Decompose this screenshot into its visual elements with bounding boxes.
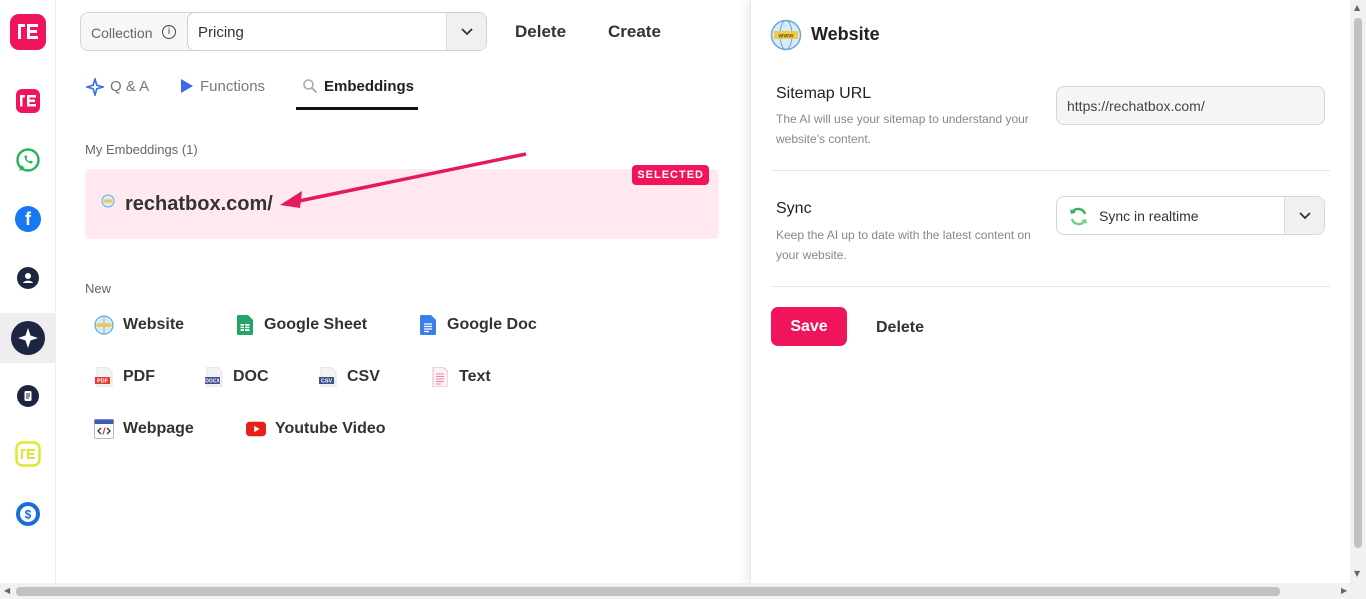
delete-embedding-button[interactable]: Delete <box>876 319 924 337</box>
selected-badge: SELECTED <box>632 165 709 185</box>
document-icon <box>17 385 39 407</box>
chevron-down-icon[interactable] <box>1284 197 1324 234</box>
sidebar-item-documents[interactable] <box>8 376 48 416</box>
horizontal-scroll-thumb[interactable] <box>16 587 1280 596</box>
new-text-label: Text <box>459 368 491 385</box>
new-doc-label: DOC <box>233 368 269 385</box>
csv-file-icon: CSV <box>318 367 338 387</box>
divider <box>771 286 1330 287</box>
collection-picker: Collection i Pricing <box>80 12 487 51</box>
svg-text:www: www <box>777 33 794 40</box>
play-icon <box>181 79 193 93</box>
text-file-icon <box>430 367 450 387</box>
app-logo[interactable] <box>8 12 48 52</box>
new-doc-button[interactable]: DOCX DOC <box>204 367 269 387</box>
new-website-button[interactable]: Website <box>94 315 184 335</box>
chevron-down-icon[interactable] <box>446 13 486 50</box>
facebook-icon: f <box>15 206 41 232</box>
collection-select[interactable]: Pricing <box>187 12 487 51</box>
svg-text:$: $ <box>25 508 32 522</box>
vertical-scroll-thumb[interactable] <box>1354 18 1362 548</box>
sync-select[interactable]: Sync in realtime <box>1056 196 1325 235</box>
new-pdf-button[interactable]: PDF PDF <box>94 367 155 387</box>
svg-text:PDF: PDF <box>97 379 109 385</box>
create-collection-button[interactable]: Create <box>608 22 661 42</box>
tab-qa-label: Q & A <box>110 78 150 95</box>
user-icon <box>17 267 39 289</box>
panel-title: Website <box>811 24 880 44</box>
pdf-file-icon: PDF <box>94 367 114 387</box>
info-icon[interactable]: i <box>162 25 176 39</box>
divider <box>771 170 1330 171</box>
main-content: Collection i Pricing Delete Create Q & A… <box>56 0 750 583</box>
scroll-up-icon[interactable]: ▲ <box>1354 3 1360 12</box>
svg-text:CSV: CSV <box>321 379 333 385</box>
rechatbox-icon <box>16 89 40 113</box>
dollar-icon: $ <box>16 502 40 526</box>
my-embeddings-label: My Embeddings (1) <box>85 142 198 157</box>
scroll-down-icon[interactable]: ▼ <box>1354 569 1360 578</box>
rechatbox-logo-icon <box>10 14 46 50</box>
sidebar: f $ <box>0 0 56 583</box>
new-section-label: New <box>85 281 112 296</box>
sparkle-icon <box>86 78 104 96</box>
sync-value: Sync in realtime <box>1099 208 1199 224</box>
new-google-sheet-label: Google Sheet <box>264 316 368 333</box>
sidebar-item-facebook[interactable]: f <box>8 199 48 239</box>
google-doc-icon <box>418 315 438 335</box>
new-google-doc-label: Google Doc <box>447 316 537 333</box>
sidebar-item-chatbot[interactable] <box>8 81 48 121</box>
embedding-name: rechatbox.com/ <box>125 193 273 215</box>
new-youtube-label: Youtube Video <box>275 420 386 437</box>
scroll-right-icon[interactable]: ▶ <box>1341 586 1347 595</box>
sitemap-description: The AI will use your sitemap to understa… <box>776 112 1029 146</box>
tab-functions[interactable]: Functions <box>180 78 265 110</box>
new-webpage-button[interactable]: Webpage <box>94 419 194 439</box>
new-google-sheet-button[interactable]: Google Sheet <box>235 315 367 335</box>
new-csv-label: CSV <box>347 368 380 385</box>
collection-value: Pricing <box>198 24 244 41</box>
tab-embeddings-label: Embeddings <box>324 78 415 95</box>
globe-icon <box>101 194 115 208</box>
search-icon <box>303 79 318 94</box>
new-google-doc-button[interactable]: Google Doc <box>418 315 537 335</box>
google-sheet-icon <box>235 315 255 335</box>
sync-title: Sync <box>776 200 812 217</box>
new-text-button[interactable]: Text <box>430 367 491 387</box>
tab-embeddings[interactable]: Embeddings <box>296 78 418 110</box>
horizontal-scrollbar[interactable]: ◀ ▶ <box>0 583 1366 599</box>
whatsapp-icon <box>16 148 40 172</box>
sitemap-url-input[interactable]: https://rechatbox.com/ <box>1056 86 1325 125</box>
rechatbox-outline-icon <box>15 441 41 467</box>
sitemap-title: Sitemap URL <box>776 85 872 102</box>
sidebar-item-billing[interactable]: $ <box>8 494 48 534</box>
annotation-arrow <box>280 152 527 208</box>
new-youtube-button[interactable]: Youtube Video <box>246 419 386 439</box>
scroll-left-icon[interactable]: ◀ <box>4 586 10 595</box>
new-website-label: Website <box>123 316 185 333</box>
sync-icon <box>1070 207 1087 226</box>
new-webpage-label: Webpage <box>123 420 194 437</box>
docx-file-icon: DOCX <box>204 367 224 387</box>
new-csv-button[interactable]: CSV CSV <box>318 367 380 387</box>
new-pdf-label: PDF <box>123 368 155 385</box>
globe-icon: www <box>770 19 802 51</box>
sync-description: Keep the AI up to date with the latest c… <box>776 228 1031 262</box>
sidebar-item-contacts[interactable] <box>8 258 48 298</box>
vertical-scrollbar[interactable]: ▲ ▼ <box>1350 0 1366 583</box>
save-button[interactable]: Save <box>771 307 847 346</box>
sparkle-icon <box>11 321 45 355</box>
svg-text:DOCX: DOCX <box>205 379 220 385</box>
tab-qa[interactable]: Q & A <box>86 78 149 110</box>
youtube-icon <box>246 419 266 439</box>
globe-icon <box>94 315 114 335</box>
sidebar-item-whatsapp[interactable] <box>8 140 48 180</box>
delete-collection-button[interactable]: Delete <box>515 22 566 42</box>
sidebar-item-ai[interactable] <box>0 313 56 363</box>
tab-functions-label: Functions <box>200 78 266 95</box>
sidebar-item-widget[interactable] <box>8 434 48 474</box>
collection-label: Collection <box>91 25 153 41</box>
embedding-detail-panel: www Website Sitemap URL The AI will use … <box>750 0 1350 583</box>
code-page-icon <box>94 419 114 439</box>
